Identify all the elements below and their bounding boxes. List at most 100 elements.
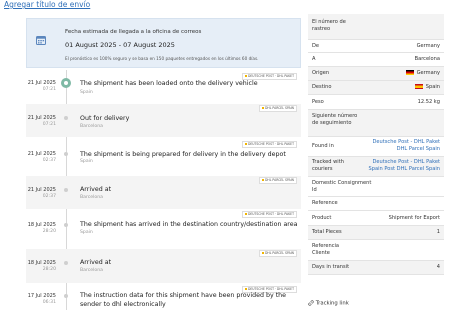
- tracking-link[interactable]: Tracking link: [308, 300, 349, 307]
- event-date: 18 Jul 2025: [27, 260, 56, 266]
- detail-label: De: [312, 43, 320, 49]
- timeline-dot: [64, 294, 68, 298]
- courier-link[interactable]: DHL Parcel Spain: [397, 166, 440, 172]
- timeline-dot: [64, 116, 68, 120]
- detail-row-domestic-id: Domestic Consignment Id: [308, 177, 444, 197]
- detail-label: Domestic Consignment Id: [312, 180, 372, 193]
- detail-row-origin: Origen Germany: [308, 67, 444, 81]
- event-place: Spain: [80, 159, 93, 164]
- timeline-event: 18 Jul 2025 28:20 DEUTSCHE POST · DHL PA…: [26, 210, 301, 248]
- detail-value: 1: [436, 229, 440, 235]
- detail-row-total-pieces: Total Pieces 1: [308, 226, 444, 240]
- event-time: 28:20: [42, 267, 56, 272]
- timeline-event: 21 Jul 2025 07:21 DHL PARCEL SPAIN Out f…: [26, 104, 301, 137]
- event-place: Barcelona: [80, 268, 103, 273]
- event-place: Barcelona: [80, 124, 103, 129]
- timeline-event: 21 Jul 2025 02:37 DHL PARCEL SPAIN Arriv…: [26, 176, 301, 209]
- carrier-badge: DEUTSCHE POST · DHL PAKET: [241, 141, 297, 148]
- carrier-badge: DHL PARCEL SPAIN: [259, 177, 297, 184]
- event-place: Barcelona: [80, 195, 103, 200]
- detail-row-weight: Peso 12.52 kg: [308, 95, 444, 110]
- detail-row-client-reference: Referencia Cliente: [308, 240, 444, 261]
- carrier-badge: DHL PARCEL SPAIN: [259, 105, 297, 112]
- timeline-dot: [64, 152, 68, 156]
- eta-note: El pronóstico es 100% seguro y se basa e…: [65, 56, 259, 61]
- event-date: 21 Jul 2025: [27, 187, 56, 193]
- eta-range: 01 August 2025 - 07 August 2025: [65, 41, 175, 49]
- detail-value: 12.52 kg: [417, 99, 440, 105]
- detail-label: Product: [312, 215, 332, 221]
- event-title: Arrived at: [80, 259, 112, 266]
- courier-link[interactable]: Deutsche Post - DHL Paket: [372, 139, 440, 146]
- event-date: 18 Jul 2025: [27, 222, 56, 228]
- detail-label: Reference: [312, 200, 338, 206]
- truck-icon: [61, 78, 71, 88]
- detail-row-next-tracking: Siguiente número de seguimiento: [308, 110, 444, 137]
- tracked-with-links: Deutsche Post - DHL Paket Spain Post DHL…: [369, 159, 441, 173]
- detail-label: Origen: [312, 70, 330, 76]
- detail-label: El número de rastreo: [312, 19, 346, 32]
- event-title: Out for delivery: [80, 115, 130, 122]
- detail-label: Destino: [312, 84, 332, 90]
- event-title: The shipment has arrived in the destinat…: [80, 221, 298, 228]
- germany-flag-icon: [405, 70, 414, 75]
- detail-label: Days in transit: [312, 264, 350, 270]
- link-icon: [308, 300, 314, 306]
- spain-flag-icon: [414, 84, 423, 89]
- timeline-event: 18 Jul 2025 28:20 DHL PARCEL SPAIN Arriv…: [26, 249, 301, 283]
- destination-country: Spain: [425, 84, 440, 90]
- detail-value-destination: Spain: [414, 84, 440, 91]
- timeline-dot: [64, 261, 68, 265]
- event-time: 02:37: [42, 158, 56, 163]
- timeline-dot: [64, 188, 68, 192]
- event-time: 02:37: [42, 194, 56, 199]
- tracking-link-label: Tracking link: [315, 300, 349, 307]
- event-time: 28:20: [42, 229, 56, 234]
- detail-row-found-in: Found in Deutsche Post - DHL Paket DHL P…: [308, 137, 444, 157]
- event-title: The instruction data for this shipment h…: [80, 292, 287, 308]
- detail-value: Germany: [416, 43, 440, 49]
- event-date: 21 Jul 2025: [27, 151, 56, 157]
- detail-row-tracked-with: Tracked with couriers Deutsche Post - DH…: [308, 157, 444, 177]
- event-time: 06:31: [42, 300, 56, 305]
- detail-row-days-in-transit: Days in transit 4: [308, 261, 444, 275]
- detail-value-origin: Germany: [405, 70, 440, 77]
- detail-value: 4: [436, 264, 440, 270]
- found-in-links: Deutsche Post - DHL Paket DHL Parcel Spa…: [372, 139, 440, 153]
- courier-link[interactable]: Spain Post: [369, 166, 396, 172]
- courier-link[interactable]: Deutsche Post - DHL Paket: [369, 159, 440, 166]
- event-title: The shipment is being prepared for deliv…: [80, 151, 286, 158]
- timeline-dot: [64, 223, 68, 227]
- carrier-badge: DEUTSCHE POST · DHL PAKET: [241, 73, 297, 80]
- carrier-badge: DHL PARCEL SPAIN: [259, 250, 297, 257]
- timeline-event: 21 Jul 2025 07:21 DEUTSCHE POST · DHL PA…: [26, 72, 301, 102]
- event-time: 07:21: [42, 87, 56, 92]
- detail-row-tracking-number: El número de rastreo: [308, 14, 444, 40]
- event-place: Spain: [80, 90, 93, 95]
- detail-label: A: [312, 56, 316, 62]
- detail-label: Siguiente número de seguimiento: [312, 113, 358, 126]
- courier-link[interactable]: DHL Parcel Spain: [372, 146, 440, 153]
- event-place: Spain: [80, 230, 93, 235]
- event-date: 17 Jul 2025: [27, 293, 56, 299]
- detail-row-to: A Barcelona: [308, 53, 444, 67]
- shipment-details-panel: El número de rastreo De Germany A Barcel…: [308, 14, 444, 275]
- event-date: 21 Jul 2025: [27, 115, 56, 121]
- add-shipment-title-link[interactable]: Agregar título de envío: [4, 0, 90, 9]
- calendar-icon: [36, 36, 46, 45]
- eta-title: Fecha estimada de llegada a la oficina d…: [65, 29, 202, 35]
- carrier-badge: DEUTSCHE POST · DHL PAKET: [241, 211, 297, 218]
- origin-country: Germany: [416, 70, 440, 76]
- detail-label: Found in: [312, 143, 334, 149]
- detail-value: Shipment for Export: [388, 215, 440, 221]
- detail-row-from: De Germany: [308, 40, 444, 53]
- detail-row-destination: Destino Spain: [308, 81, 444, 95]
- event-title: The shipment has been loaded onto the de…: [80, 80, 258, 87]
- detail-row-reference: Reference: [308, 197, 444, 211]
- event-title: Arrived at: [80, 186, 112, 193]
- timeline-event: 17 Jul 2025 06:31 DEUTSCHE POST · DHL PA…: [26, 285, 301, 310]
- detail-label: Total Pieces: [312, 229, 342, 235]
- eta-box: Fecha estimada de llegada a la oficina d…: [26, 18, 301, 68]
- timeline-event: 21 Jul 2025 02:37 DEUTSCHE POST · DHL PA…: [26, 140, 301, 176]
- event-date: 21 Jul 2025: [27, 80, 56, 86]
